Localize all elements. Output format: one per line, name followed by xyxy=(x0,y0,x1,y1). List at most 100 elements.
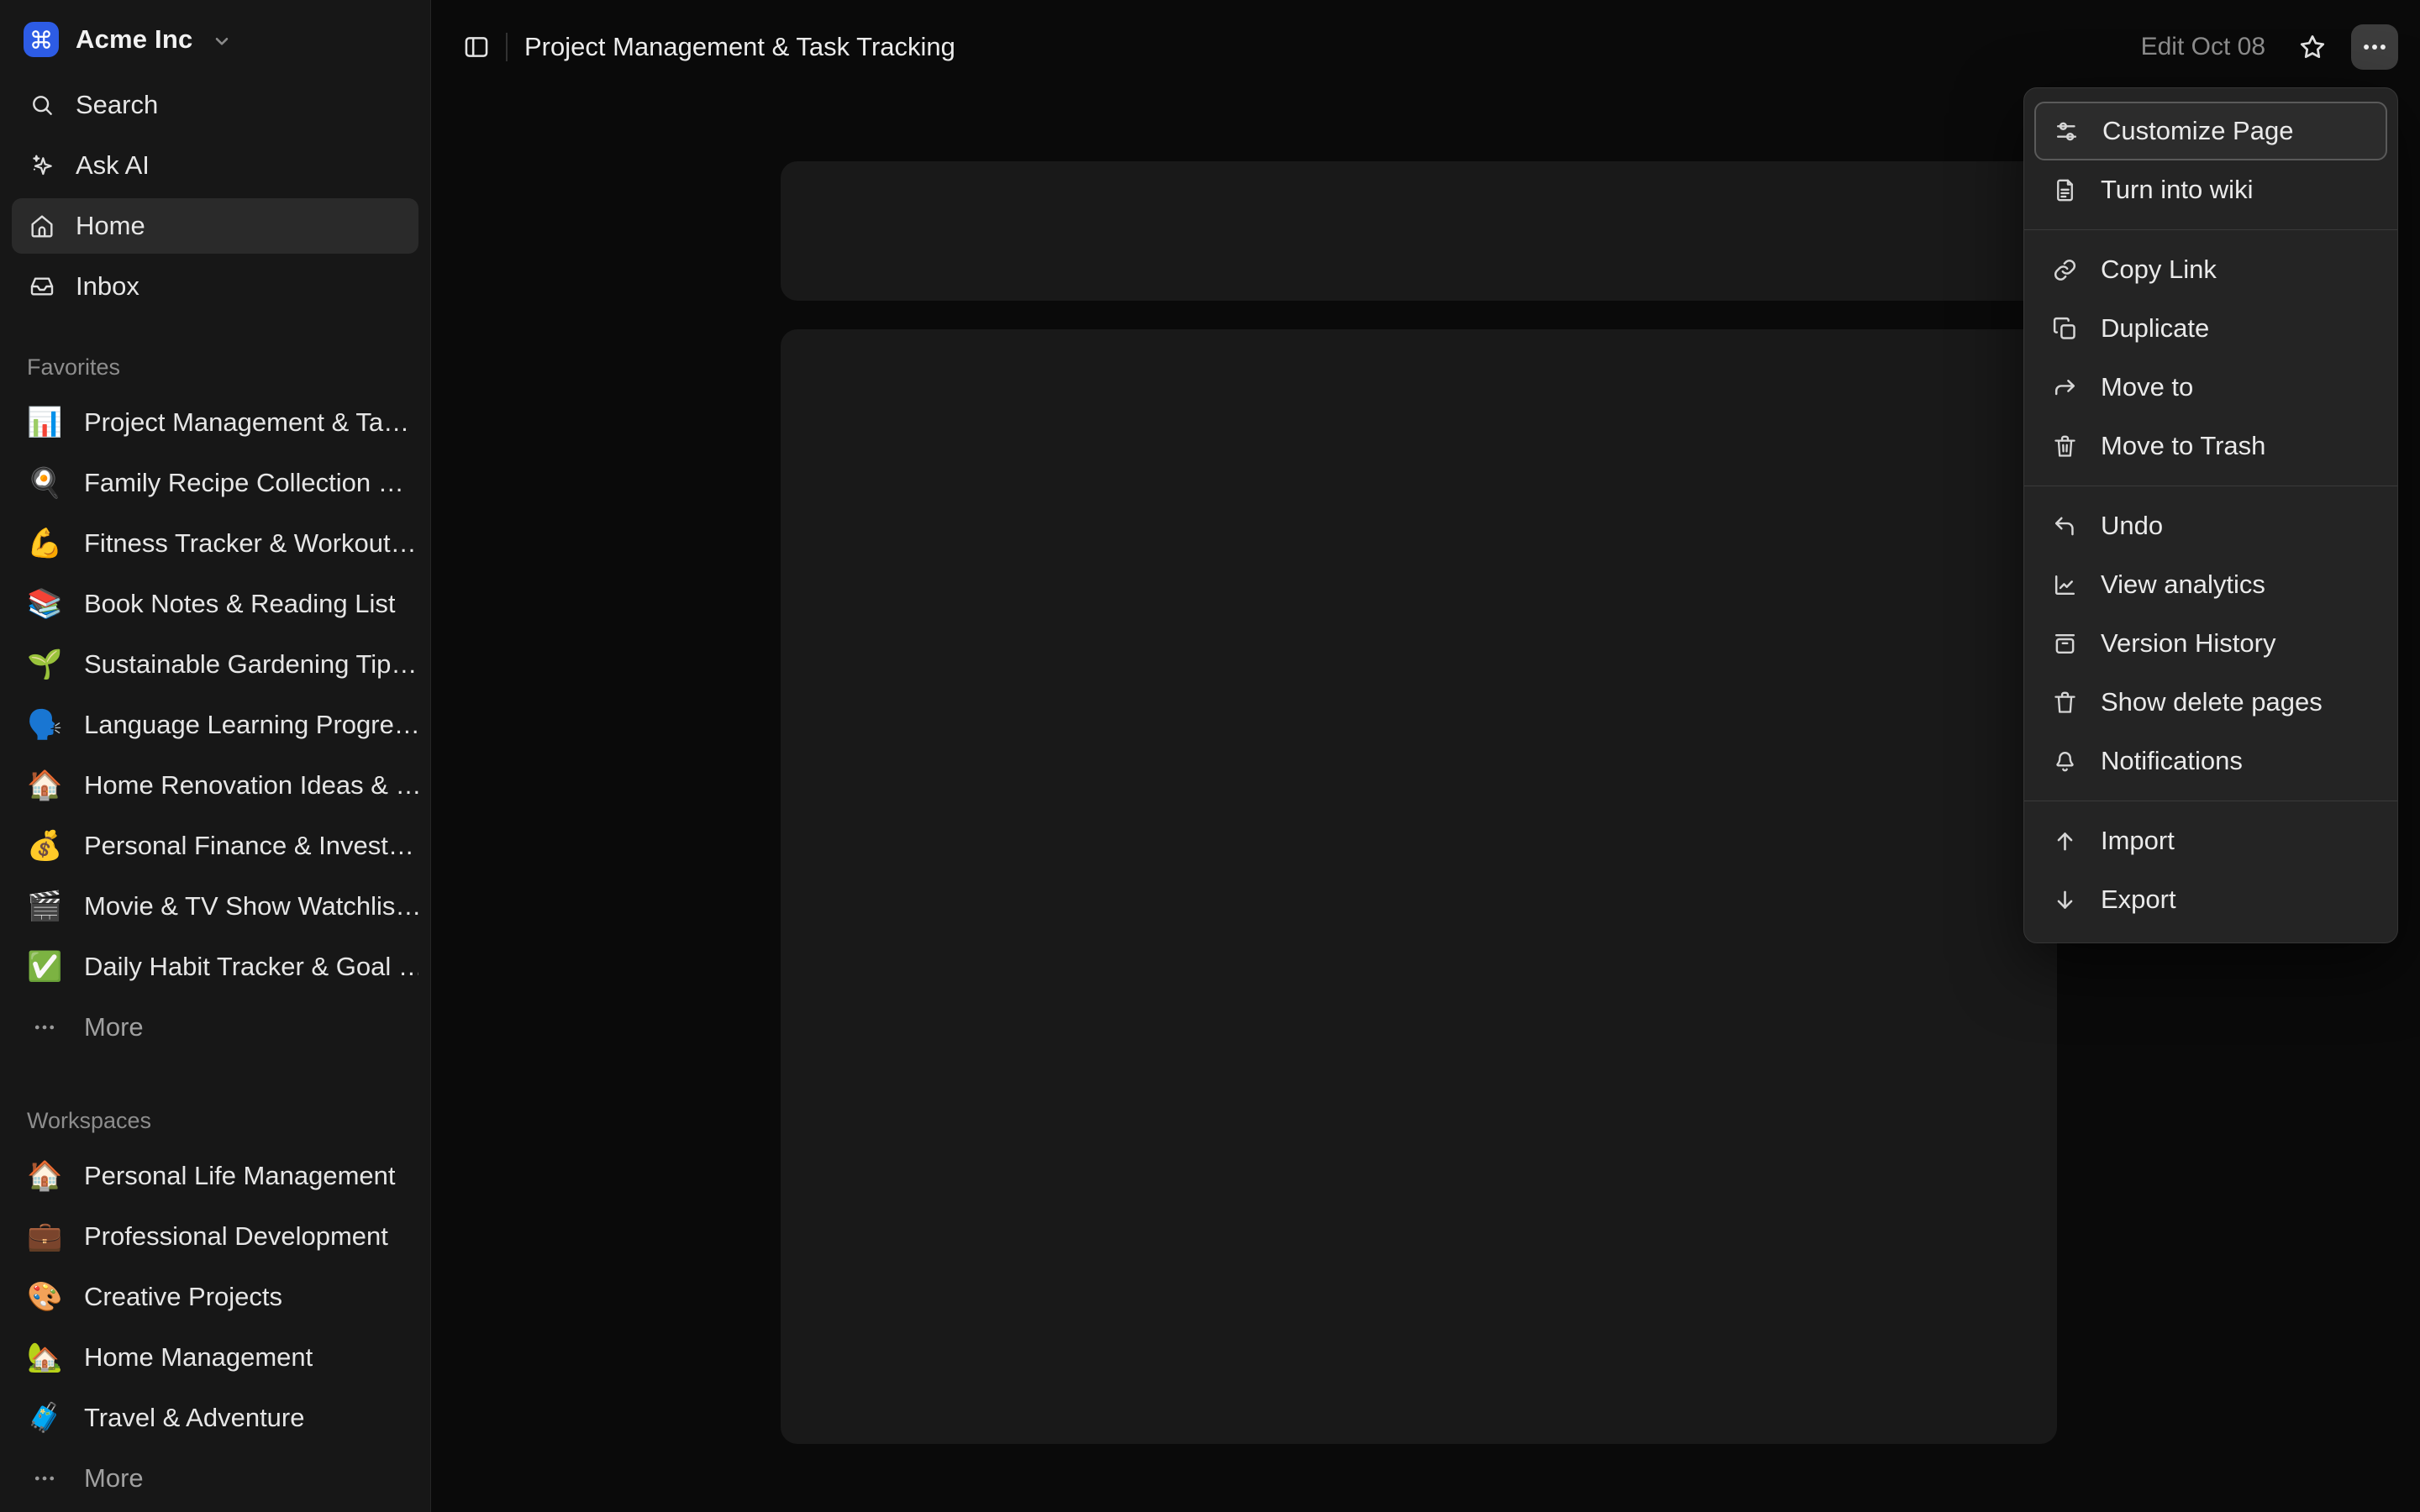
menu-section: Customize Page Turn into wiki xyxy=(2024,92,2397,229)
favorite-item[interactable]: ✅ Daily Habit Tracker & Goal … xyxy=(0,937,430,997)
bell-icon xyxy=(2051,748,2079,775)
menu-item-notifications[interactable]: Notifications xyxy=(2034,732,2387,790)
duplicate-icon xyxy=(2051,315,2079,343)
topbar-divider xyxy=(506,33,508,61)
sidebar-item-search[interactable]: Search xyxy=(12,77,418,133)
books-emoji-icon: 📚 xyxy=(27,590,62,618)
menu-item-version-history[interactable]: Version History xyxy=(2034,614,2387,673)
sidebar-item-label: Search xyxy=(76,90,158,120)
workspace-item[interactable]: 🏡 Home Management xyxy=(0,1327,430,1388)
favorite-star-button[interactable] xyxy=(2297,32,2328,62)
money-bag-emoji-icon: 💰 xyxy=(27,832,62,860)
menu-item-move-to[interactable]: Move to xyxy=(2034,358,2387,417)
menu-item-duplicate[interactable]: Duplicate xyxy=(2034,299,2387,358)
favorite-item[interactable]: 🗣️ Language Learning Progre… xyxy=(0,695,430,755)
page-options-menu: Customize Page Turn into wiki Copy Link xyxy=(2023,87,2398,943)
favorite-item[interactable]: 📊 Project Management & Ta… xyxy=(0,392,430,453)
sidebar-item-inbox[interactable]: Inbox xyxy=(12,259,418,314)
workspaces-more-button[interactable]: More xyxy=(0,1448,430,1509)
sidebar-toggle-button[interactable] xyxy=(462,33,491,61)
house-emoji-icon: 🏠 xyxy=(27,771,62,800)
menu-item-customize-page[interactable]: Customize Page xyxy=(2034,102,2387,160)
document-icon xyxy=(2051,176,2079,204)
page-title: Project Management & Task Tracking xyxy=(524,32,955,62)
search-icon xyxy=(29,92,55,118)
command-icon xyxy=(30,29,52,50)
trash-icon xyxy=(2051,689,2079,717)
chevron-down-icon xyxy=(211,30,233,52)
sliders-icon xyxy=(2053,118,2081,145)
favorites-title: Favorites xyxy=(0,354,430,381)
content-block-placeholder xyxy=(781,329,2057,1444)
speaking-head-emoji-icon: 🗣️ xyxy=(27,711,62,739)
panel-left-icon xyxy=(462,33,491,61)
move-to-arrow-icon xyxy=(2051,374,2079,402)
menu-item-import[interactable]: Import xyxy=(2034,811,2387,870)
menu-section: Import Export xyxy=(2024,801,2397,939)
palette-emoji-icon: 🎨 xyxy=(27,1283,62,1311)
favorite-item[interactable]: 💰 Personal Finance & Invest… xyxy=(0,816,430,876)
arrow-up-icon xyxy=(2051,827,2079,855)
inbox-icon xyxy=(29,273,55,300)
favorites-section: Favorites 📊 Project Management & Ta… 🍳 F… xyxy=(0,354,430,1058)
briefcase-emoji-icon: 💼 xyxy=(27,1222,62,1251)
topbar: Project Management & Task Tracking Edit … xyxy=(432,0,2420,94)
page-options-button[interactable] xyxy=(2351,24,2398,70)
favorite-item[interactable]: 🌱 Sustainable Gardening Tip… xyxy=(0,634,430,695)
ellipsis-icon xyxy=(2360,33,2389,61)
sidebar-item-label: Ask AI xyxy=(76,150,150,181)
sidebar-item-label: Home xyxy=(76,211,145,241)
menu-section: Undo View analytics Version History Show… xyxy=(2024,486,2397,801)
menu-item-turn-into-wiki[interactable]: Turn into wiki xyxy=(2034,160,2387,219)
dots-horizontal-icon xyxy=(27,1466,62,1491)
workspaces-section: Workspaces 🏠 Personal Life Management 💼 … xyxy=(0,1108,430,1509)
menu-item-export[interactable]: Export xyxy=(2034,870,2387,929)
workspace-name: Acme Inc xyxy=(76,24,192,55)
sparkles-icon xyxy=(29,152,55,179)
favorite-item[interactable]: 🍳 Family Recipe Collection … xyxy=(0,453,430,513)
clapper-emoji-icon: 🎬 xyxy=(27,892,62,921)
workspace-logo xyxy=(24,22,59,57)
link-icon xyxy=(2051,256,2079,284)
last-edited-label: Edit Oct 08 xyxy=(2141,33,2265,61)
cooking-emoji-icon: 🍳 xyxy=(27,469,62,497)
sidebar: Acme Inc Search Ask AI xyxy=(0,0,431,1512)
menu-item-move-to-trash[interactable]: Move to Trash xyxy=(2034,417,2387,475)
workspaces-title: Workspaces xyxy=(0,1108,430,1134)
workspace-item[interactable]: 🎨 Creative Projects xyxy=(0,1267,430,1327)
bar-chart-emoji-icon: 📊 xyxy=(27,408,62,437)
favorites-more-button[interactable]: More xyxy=(0,997,430,1058)
favorite-item[interactable]: 🎬 Movie & TV Show Watchlis… xyxy=(0,876,430,937)
app-window: Acme Inc Search Ask AI xyxy=(0,0,2420,1512)
menu-section: Copy Link Duplicate Move to Move to Tras… xyxy=(2024,229,2397,486)
seedling-emoji-icon: 🌱 xyxy=(27,650,62,679)
menu-item-view-analytics[interactable]: View analytics xyxy=(2034,555,2387,614)
sidebar-item-home[interactable]: Home xyxy=(12,198,418,254)
content-block-placeholder xyxy=(781,161,2057,301)
muscle-emoji-icon: 💪 xyxy=(27,529,62,558)
favorite-item[interactable]: 🏠 Home Renovation Ideas & … xyxy=(0,755,430,816)
luggage-emoji-icon: 🧳 xyxy=(27,1404,62,1432)
version-history-icon xyxy=(2051,630,2079,658)
trash-icon xyxy=(2051,433,2079,460)
favorite-item[interactable]: 💪 Fitness Tracker & Workout… xyxy=(0,513,430,574)
menu-item-show-delete-pages[interactable]: Show delete pages xyxy=(2034,673,2387,732)
workspace-item[interactable]: 🏠 Personal Life Management xyxy=(0,1146,430,1206)
dots-horizontal-icon xyxy=(27,1015,62,1040)
sidebar-nav: Search Ask AI Home Inbox xyxy=(0,77,430,314)
workspace-switcher[interactable]: Acme Inc xyxy=(0,0,430,77)
workspace-item[interactable]: 💼 Professional Development xyxy=(0,1206,430,1267)
house-emoji-icon: 🏠 xyxy=(27,1162,62,1190)
home-icon xyxy=(29,213,55,239)
house-garden-emoji-icon: 🏡 xyxy=(27,1343,62,1372)
workspace-item[interactable]: 🧳 Travel & Adventure xyxy=(0,1388,430,1448)
undo-icon xyxy=(2051,512,2079,540)
sidebar-item-label: Inbox xyxy=(76,271,139,302)
menu-item-undo[interactable]: Undo xyxy=(2034,496,2387,555)
sidebar-item-ask-ai[interactable]: Ask AI xyxy=(12,138,418,193)
arrow-down-icon xyxy=(2051,886,2079,914)
star-icon xyxy=(2297,32,2328,62)
check-emoji-icon: ✅ xyxy=(27,953,62,981)
favorite-item[interactable]: 📚 Book Notes & Reading List xyxy=(0,574,430,634)
menu-item-copy-link[interactable]: Copy Link xyxy=(2034,240,2387,299)
